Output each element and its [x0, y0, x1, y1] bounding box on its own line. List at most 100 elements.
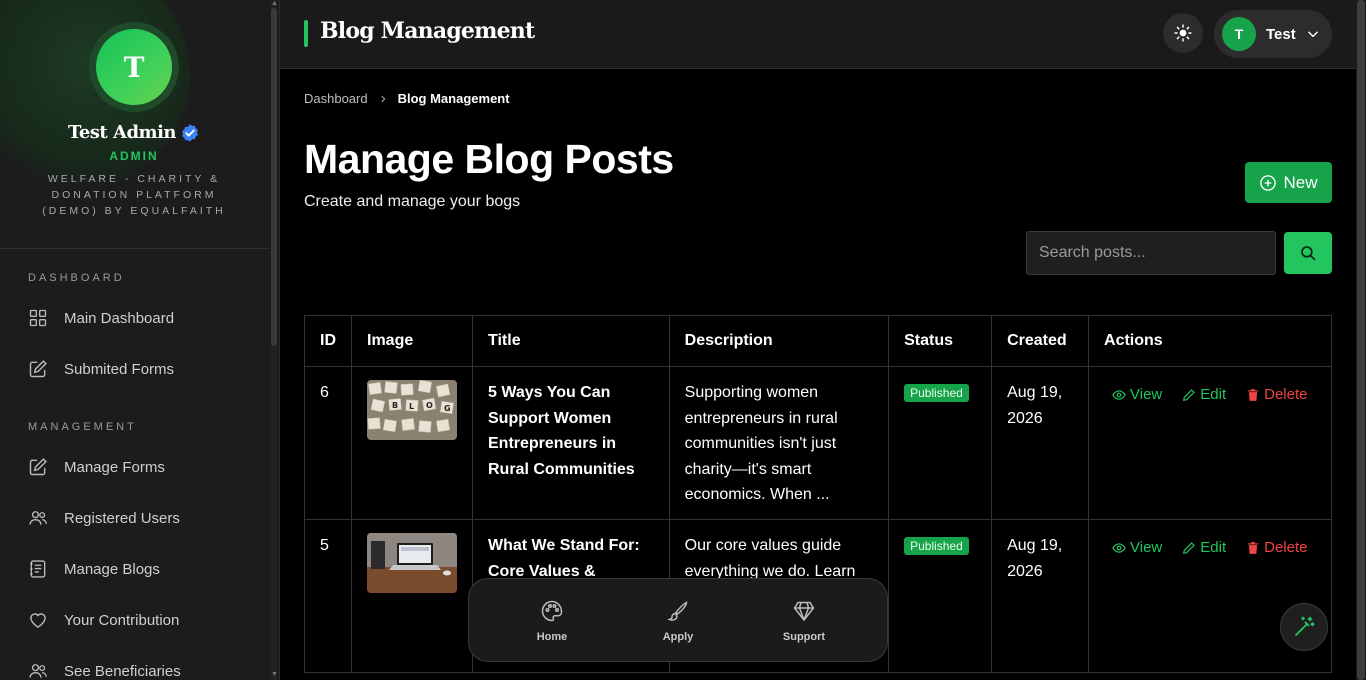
sidebar-item-label: Registered Users [64, 509, 180, 527]
delete-button[interactable]: Delete [1246, 382, 1307, 408]
svg-text:L: L [409, 402, 414, 411]
breadcrumb: Dashboard Blog Management [304, 91, 510, 106]
view-button[interactable]: View [1112, 382, 1162, 408]
edit-square-icon [29, 360, 47, 378]
edit-button[interactable]: Edit [1182, 535, 1226, 561]
eye-icon [1112, 543, 1126, 553]
table-header-row: ID Image Title Description Status Create… [304, 315, 1332, 367]
column-header-title: Title [472, 315, 670, 367]
plus-circle-icon [1260, 174, 1277, 191]
heart-icon [30, 613, 46, 628]
scroll-down-icon[interactable]: ▼ [271, 671, 278, 678]
sidebar: T Test Admin ADMIN WELFARE - CHARITY & D… [0, 0, 280, 680]
magic-wand-icon [1295, 616, 1315, 636]
profile-name-row: Test Admin [0, 122, 268, 143]
page-subtitle: Create and manage your bogs [304, 193, 521, 210]
bottom-nav-label: Support [782, 631, 826, 643]
column-header-actions: Actions [1088, 315, 1332, 367]
sidebar-item-label: Your Contribution [64, 611, 180, 629]
edit-button[interactable]: Edit [1182, 382, 1226, 408]
trash-icon [1247, 541, 1259, 554]
user-avatar: T [1222, 17, 1256, 51]
scroll-up-icon[interactable]: ▲ [271, 0, 278, 7]
cell-description: Supporting women entrepreneurs in rural … [668, 366, 890, 520]
search-button[interactable] [1284, 232, 1332, 274]
row-actions: View Edit Delete [1104, 382, 1316, 408]
cell-id: 5 [304, 519, 352, 673]
breadcrumb-dashboard[interactable]: Dashboard [304, 91, 368, 106]
organization-name: WELFARE - CHARITY & DONATION PLATFORM (D… [42, 173, 226, 217]
sidebar-item-submited-forms[interactable]: Submited Forms [28, 352, 258, 386]
sidebar-item-label: See Beneficiaries [64, 662, 181, 680]
delete-label: Delete [1264, 386, 1308, 403]
sidebar-scrollbar-thumb[interactable] [271, 8, 277, 346]
edit-square-icon [29, 458, 47, 476]
sidebar-item-label: Manage Forms [64, 458, 165, 476]
cell-id: 6 [304, 366, 352, 520]
new-post-button[interactable]: New [1245, 162, 1332, 203]
sidebar-item-manage-blogs[interactable]: Manage Blogs [28, 552, 258, 586]
laptop-desk-thumbnail[interactable] [367, 533, 457, 593]
sidebar-item-registered-users[interactable]: Registered Users [28, 501, 258, 535]
user-menu-button[interactable]: T Test [1214, 10, 1332, 58]
edit-label: Edit [1200, 386, 1227, 403]
section-label-dashboard: DASHBOARD [28, 272, 125, 284]
column-header-id: ID [304, 315, 352, 367]
page-title: Manage Blog Posts [304, 136, 674, 182]
palette-icon [541, 600, 563, 622]
bottom-floating-nav: Home Apply Support [468, 578, 888, 662]
user-name: Test [1266, 25, 1296, 43]
theme-toggle-button[interactable] [1163, 13, 1203, 53]
cell-image [351, 519, 473, 673]
eye-icon [1112, 390, 1126, 400]
bottom-nav-apply[interactable]: Apply [633, 579, 723, 661]
column-header-image: Image [351, 315, 473, 367]
bottom-nav-support[interactable]: Support [759, 579, 849, 661]
bottom-nav-label: Apply [662, 631, 694, 643]
avatar[interactable]: T [96, 29, 172, 105]
cell-status: Published [888, 519, 993, 673]
search-icon [1301, 246, 1316, 261]
view-button[interactable]: View [1112, 535, 1162, 561]
view-label: View [1130, 539, 1163, 556]
sidebar-item-label: Submited Forms [64, 360, 175, 378]
document-list-icon [30, 560, 46, 578]
delete-button[interactable]: Delete [1246, 535, 1307, 561]
profile-card: T Test Admin ADMIN WELFARE - CHARITY & D… [0, 22, 268, 219]
blog-tiles-thumbnail[interactable]: BLOG [367, 380, 457, 440]
sidebar-item-main-dashboard[interactable]: Main Dashboard [28, 301, 258, 335]
cell-actions: View Edit Delete [1088, 366, 1332, 520]
cell-image: BLOG [351, 366, 473, 520]
magic-wand-button[interactable] [1280, 603, 1328, 651]
status-badge: Published [904, 537, 969, 555]
pencil-icon [1183, 541, 1196, 554]
column-header-created: Created [991, 315, 1090, 367]
avatar-ring: T [89, 22, 179, 112]
sidebar-item-see-beneficiaries[interactable]: See Beneficiaries [28, 654, 258, 680]
sidebar-item-your-contribution[interactable]: Your Contribution [28, 603, 258, 637]
header-title: Blog Management [320, 18, 535, 44]
delete-label: Delete [1264, 539, 1308, 556]
bottom-nav-home[interactable]: Home [507, 579, 597, 661]
svg-text:B: B [392, 401, 398, 410]
title-accent-bar [304, 20, 308, 47]
trash-icon [1247, 388, 1259, 401]
page-scrollbar-thumb[interactable] [1357, 0, 1365, 680]
chevron-down-icon [1307, 31, 1318, 38]
verified-badge-icon [182, 123, 198, 142]
users-icon [29, 511, 47, 525]
diamond-icon [793, 601, 815, 621]
search-input[interactable] [1026, 231, 1276, 275]
top-header: Blog Management T Test [280, 0, 1356, 69]
section-label-management: MANAGEMENT [28, 421, 137, 433]
column-header-status: Status [888, 315, 993, 367]
column-header-description: Description [668, 315, 890, 367]
brush-icon [666, 601, 688, 621]
pencil-icon [1183, 388, 1196, 401]
status-badge: Published [904, 384, 969, 402]
row-actions: View Edit Delete [1104, 535, 1316, 561]
new-post-label: New [1283, 172, 1318, 192]
cell-title[interactable]: 5 Ways You Can Support Women Entrepreneu… [472, 366, 670, 520]
profile-name: Test Admin [67, 122, 177, 143]
sidebar-item-manage-forms[interactable]: Manage Forms [28, 450, 258, 484]
